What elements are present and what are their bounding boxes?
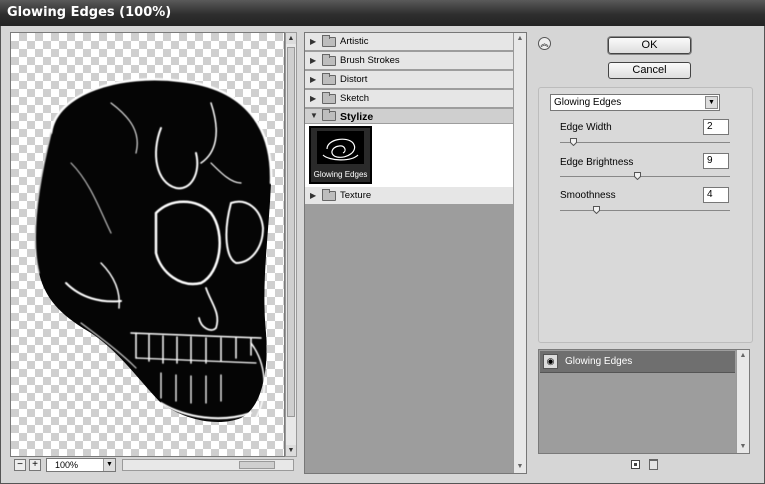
category-label: Artistic bbox=[340, 36, 369, 47]
scroll-down-icon[interactable]: ▼ bbox=[286, 445, 296, 456]
scroll-up-icon[interactable]: ▲ bbox=[286, 33, 296, 44]
zoom-bar: − + 100% ▼ bbox=[10, 458, 297, 473]
filter-gallery: ▶ Artistic ▶ Brush Strokes ▶ Distort ▶ S… bbox=[304, 32, 527, 474]
triangle-right-icon[interactable]: ▶ bbox=[310, 56, 316, 65]
category-brush-strokes[interactable]: ▶ Brush Strokes bbox=[305, 52, 513, 70]
category-sketch[interactable]: ▶ Sketch bbox=[305, 90, 513, 108]
param-label: Edge Width bbox=[560, 122, 612, 133]
folder-icon bbox=[322, 73, 336, 85]
edge-brightness-slider-track[interactable] bbox=[560, 176, 730, 177]
folder-icon bbox=[322, 35, 336, 47]
category-texture[interactable]: ▶ Texture bbox=[305, 187, 513, 205]
edge-brightness-input[interactable]: 9 bbox=[703, 153, 729, 169]
scroll-up-icon[interactable]: ▲ bbox=[514, 33, 526, 45]
effect-layer-name: Glowing Edges bbox=[565, 356, 633, 367]
edge-brightness-slider-knob[interactable] bbox=[633, 172, 641, 180]
filter-select[interactable]: Glowing Edges ▼ bbox=[550, 94, 720, 111]
effect-layer-item[interactable]: ◉ Glowing Edges bbox=[540, 351, 735, 373]
param-label: Edge Brightness bbox=[560, 157, 634, 168]
chevron-down-icon[interactable]: ▼ bbox=[705, 96, 718, 109]
edge-width-slider-knob[interactable] bbox=[570, 138, 578, 146]
folder-icon bbox=[322, 109, 336, 121]
scroll-down-icon[interactable]: ▼ bbox=[737, 441, 749, 453]
zoom-in-button[interactable]: + bbox=[29, 459, 41, 471]
chevron-down-icon[interactable]: ▼ bbox=[103, 459, 115, 471]
triangle-right-icon[interactable]: ▶ bbox=[310, 37, 316, 46]
preview-vscroll-thumb[interactable] bbox=[287, 47, 295, 417]
triangle-right-icon[interactable]: ▶ bbox=[310, 191, 316, 200]
category-label: Texture bbox=[340, 190, 372, 201]
edge-width-slider-track[interactable] bbox=[560, 142, 730, 143]
ok-button[interactable]: OK bbox=[608, 37, 691, 54]
smoothness-slider-knob[interactable] bbox=[593, 206, 601, 214]
preview-vertical-scrollbar[interactable]: ▲ ▼ bbox=[285, 32, 297, 457]
scroll-down-icon[interactable]: ▼ bbox=[514, 461, 526, 473]
cancel-button[interactable]: Cancel bbox=[608, 62, 691, 79]
zoom-out-button[interactable]: − bbox=[14, 459, 26, 471]
category-stylize[interactable]: ▼ Stylize bbox=[305, 109, 513, 124]
preview-horizontal-scrollbar[interactable] bbox=[122, 459, 294, 471]
double-chevron-up-icon[interactable]: ︽ bbox=[538, 37, 551, 50]
title-bar: Glowing Edges (100%) bbox=[0, 0, 765, 26]
category-artistic[interactable]: ▶ Artistic bbox=[305, 33, 513, 51]
gallery-scrollbar[interactable]: ▲ ▼ bbox=[513, 33, 526, 473]
folder-icon bbox=[322, 189, 336, 201]
param-label: Smoothness bbox=[560, 190, 616, 201]
triangle-down-icon[interactable]: ▼ bbox=[310, 111, 318, 120]
filter-thumbnail-glowing-edges[interactable]: Glowing Edges bbox=[309, 126, 372, 184]
smoothness-input[interactable]: 4 bbox=[703, 187, 729, 203]
triangle-right-icon[interactable]: ▶ bbox=[310, 75, 316, 84]
zoom-select[interactable]: 100% ▼ bbox=[46, 458, 116, 472]
preview-canvas[interactable] bbox=[10, 32, 285, 457]
filter-thumbnail-label: Glowing Edges bbox=[313, 170, 368, 179]
zoom-value: 100% bbox=[55, 460, 79, 470]
triangle-right-icon[interactable]: ▶ bbox=[310, 94, 316, 103]
window-title: Glowing Edges (100%) bbox=[7, 5, 172, 20]
trash-icon[interactable] bbox=[649, 459, 658, 470]
effect-layers-panel: ◉ Glowing Edges ▲ ▼ bbox=[538, 349, 750, 454]
filter-select-value: Glowing Edges bbox=[554, 97, 622, 108]
filter-thumbnail-image bbox=[317, 131, 364, 164]
stylize-thumbnails: Glowing Edges bbox=[305, 124, 513, 187]
category-distort[interactable]: ▶ Distort bbox=[305, 71, 513, 89]
category-label: Stylize bbox=[340, 111, 374, 123]
preview-hscroll-thumb[interactable] bbox=[239, 461, 275, 469]
eye-icon[interactable]: ◉ bbox=[543, 354, 558, 369]
folder-icon bbox=[322, 92, 336, 104]
category-label: Sketch bbox=[340, 93, 370, 104]
new-effect-layer-icon[interactable] bbox=[631, 460, 640, 469]
layers-scrollbar[interactable]: ▲ ▼ bbox=[736, 350, 749, 453]
category-label: Brush Strokes bbox=[340, 55, 400, 66]
skull-preview-image bbox=[34, 78, 273, 423]
smoothness-slider-track[interactable] bbox=[560, 210, 730, 211]
scroll-up-icon[interactable]: ▲ bbox=[737, 350, 749, 362]
category-label: Distort bbox=[340, 74, 368, 85]
edge-width-input[interactable]: 2 bbox=[703, 119, 729, 135]
folder-icon bbox=[322, 54, 336, 66]
filter-settings-panel: Glowing Edges ▼ Edge Width 2 Edge Bright… bbox=[538, 87, 753, 343]
